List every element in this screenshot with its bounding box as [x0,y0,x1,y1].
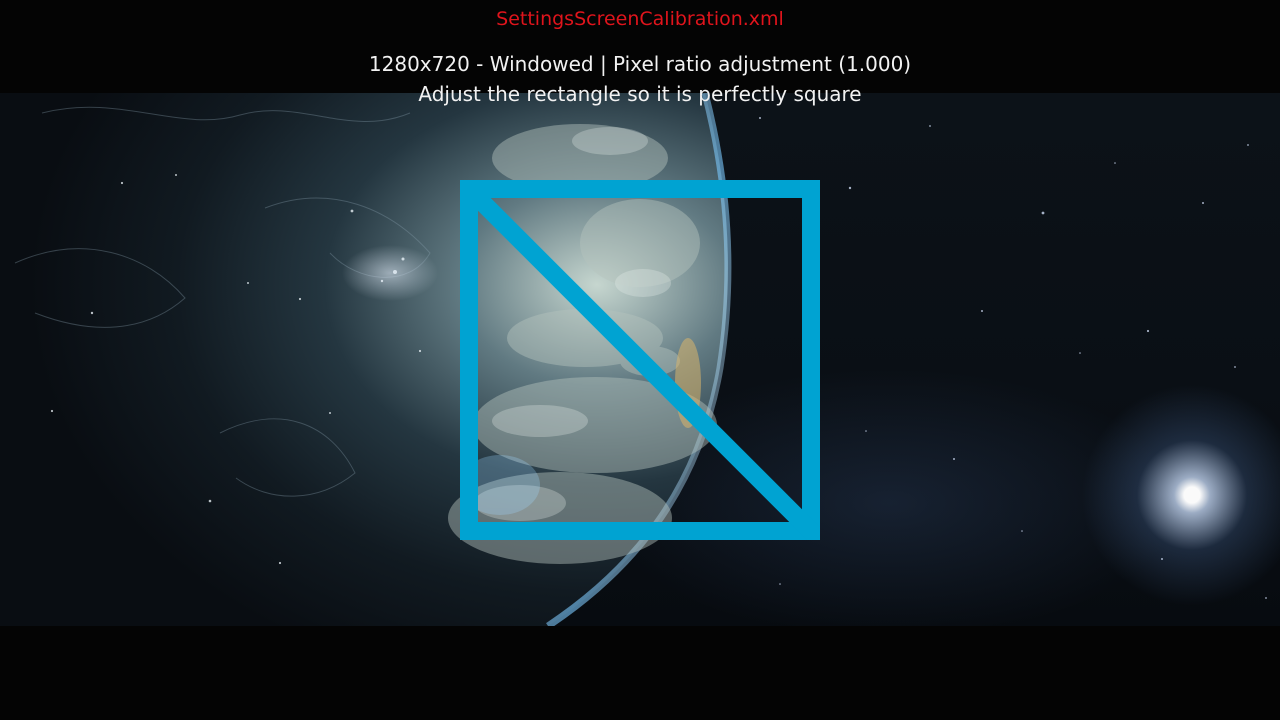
calibration-screen: SettingsScreenCalibration.xml 1280x720 -… [0,0,1280,720]
square-with-diagonal-icon [460,180,820,540]
resolution-mode-text: 1280x720 - Windowed | Pixel ratio adjust… [368,52,912,76]
calibration-square[interactable] [460,180,820,540]
screen-title: SettingsScreenCalibration.xml [496,8,784,30]
calibration-instruction: Adjust the rectangle so it is perfectly … [418,82,862,106]
letterbox-bottom-bar [0,626,1280,720]
